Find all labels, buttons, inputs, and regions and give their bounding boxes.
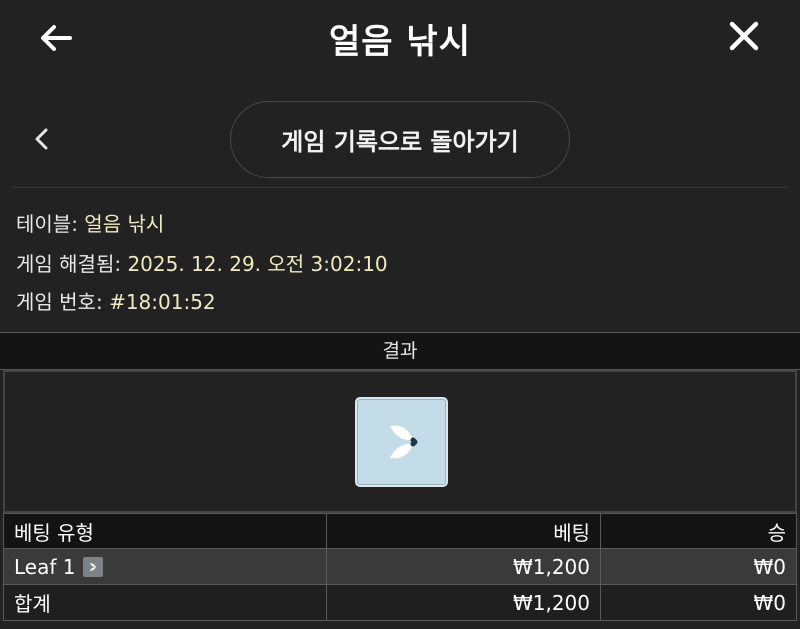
table-row: Leaf 1 ₩1,200 ₩0 (3, 548, 797, 585)
total-bet-cell: ₩1,200 (326, 584, 601, 621)
bet-type-cell: Leaf 1 (3, 548, 327, 585)
col-bet-type: 베팅 유형 (3, 513, 327, 549)
info-resolved: 게임 해결됨: 2025. 12. 29. 오전 3:02:10 (16, 248, 388, 277)
table-header-row: 베팅 유형 베팅 승 (3, 513, 797, 549)
results-header: 결과 (0, 332, 800, 370)
total-win-cell: ₩0 (600, 584, 797, 621)
chevron-left-icon[interactable] (28, 124, 56, 154)
resolved-value: 2025. 12. 29. 오전 3:02:10 (127, 252, 388, 276)
table-value: 얼음 낚시 (84, 212, 165, 236)
info-game-number: 게임 번호: #18:01:52 (16, 286, 216, 315)
bet-amount-cell: ₩1,200 (326, 548, 601, 585)
col-win: 승 (600, 513, 797, 549)
page-title: 얼음 낚시 (329, 22, 471, 62)
close-icon[interactable] (724, 16, 764, 56)
leaf-card-icon (355, 397, 448, 487)
game-number-value: #18:01:52 (109, 290, 216, 314)
resolved-label: 게임 해결됨: (16, 252, 128, 276)
bet-type-label: Leaf 1 (14, 554, 76, 579)
header-bar: 얼음 낚시 (0, 0, 800, 78)
table-label: 테이블: (16, 212, 85, 236)
leaf-mini-icon (83, 556, 104, 577)
total-label: 합계 (3, 584, 327, 621)
total-row: 합계 ₩1,200 ₩0 (3, 584, 797, 621)
result-panel (3, 370, 797, 513)
info-table: 테이블: 얼음 낚시 (16, 208, 164, 237)
game-number-label: 게임 번호: (16, 290, 110, 314)
back-to-history-button[interactable]: 게임 기록으로 돌아가기 (230, 101, 570, 178)
win-amount-cell: ₩0 (600, 548, 797, 585)
divider (12, 187, 788, 188)
bets-table: 베팅 유형 베팅 승 Leaf 1 ₩1,200 ₩0 합계 ₩1,200 ₩0 (3, 513, 797, 621)
col-bet: 베팅 (326, 513, 601, 549)
